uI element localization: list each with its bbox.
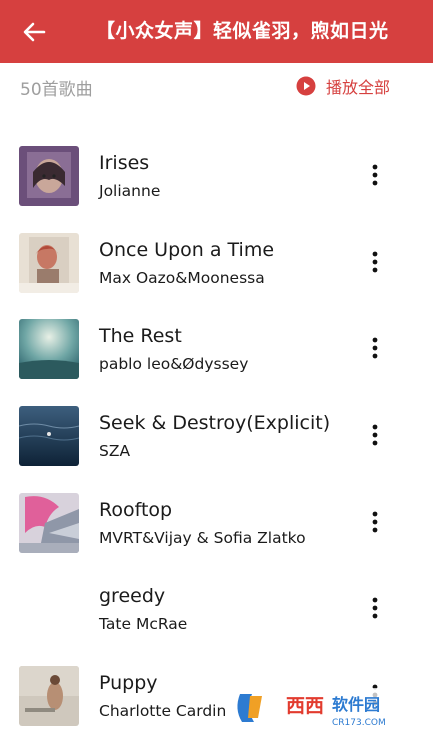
svg-text:CR173.COM: CR173.COM	[332, 718, 386, 728]
svg-text:西西: 西西	[286, 695, 324, 717]
album-cover	[19, 319, 79, 380]
album-cover	[19, 579, 79, 639]
song-artist: Jolianne	[99, 182, 161, 200]
song-row[interactable]: Seek & Destroy(Explicit) SZA	[0, 378, 433, 467]
watermark-logo: 西西 软件园 CR173.COM	[232, 686, 418, 732]
album-cover	[19, 232, 79, 293]
song-title: The Rest	[99, 325, 182, 348]
more-options-icon[interactable]	[364, 249, 386, 275]
song-artist: MVRT&Vijay & Sofia Zlatko	[99, 528, 306, 547]
song-artist: Max Oazo&Moonessa	[99, 268, 265, 287]
back-arrow-icon[interactable]	[18, 16, 50, 48]
play-circle-icon	[296, 76, 316, 96]
song-title: Rooftop	[99, 498, 173, 521]
song-row[interactable]: greedy Tate McRae	[0, 551, 433, 638]
song-title: Seek & Destroy(Explicit)	[99, 412, 331, 435]
playlist-title: 【小众女声】轻似雀羽，煦如日光	[96, 20, 389, 42]
app-header: 【小众女声】轻似雀羽，煦如日光	[0, 0, 433, 63]
more-options-icon[interactable]	[364, 335, 386, 361]
song-row[interactable]: Rooftop MVRT&Vijay & Sofia Zlatko	[0, 465, 433, 553]
more-options-icon[interactable]	[364, 422, 386, 448]
play-all-label: 播放全部	[326, 78, 391, 97]
song-title: Puppy	[99, 672, 158, 695]
album-cover	[19, 492, 79, 553]
song-row[interactable]: The Rest pablo leo&Ødyssey	[0, 291, 433, 380]
more-options-icon[interactable]	[364, 162, 386, 188]
song-row[interactable]: Irises Jolianne	[0, 118, 433, 206]
album-cover	[19, 406, 79, 467]
song-row[interactable]: Once Upon a Time Max Oazo&Moonessa	[0, 205, 433, 293]
song-list: Irises Jolianne Once Upon a Time Max Oaz…	[0, 118, 433, 727]
album-cover	[19, 666, 79, 727]
playlist-toolbar: 50首歌曲 播放全部	[0, 63, 433, 109]
song-title: greedy	[99, 585, 166, 608]
svg-text:软件园: 软件园	[332, 695, 380, 714]
song-title: Once Upon a Time	[99, 238, 275, 261]
song-title: Irises	[99, 152, 150, 174]
play-all-button[interactable]: 播放全部	[296, 73, 390, 99]
more-options-icon[interactable]	[364, 595, 386, 621]
song-count: 50首歌曲	[20, 80, 93, 100]
song-artist: pablo leo&Ødyssey	[99, 355, 249, 374]
album-cover	[19, 146, 79, 206]
song-artist: Tate McRae	[99, 615, 188, 634]
song-artist: SZA	[99, 442, 131, 461]
more-options-icon[interactable]	[364, 509, 386, 535]
song-artist: Charlotte Cardin	[99, 702, 227, 721]
